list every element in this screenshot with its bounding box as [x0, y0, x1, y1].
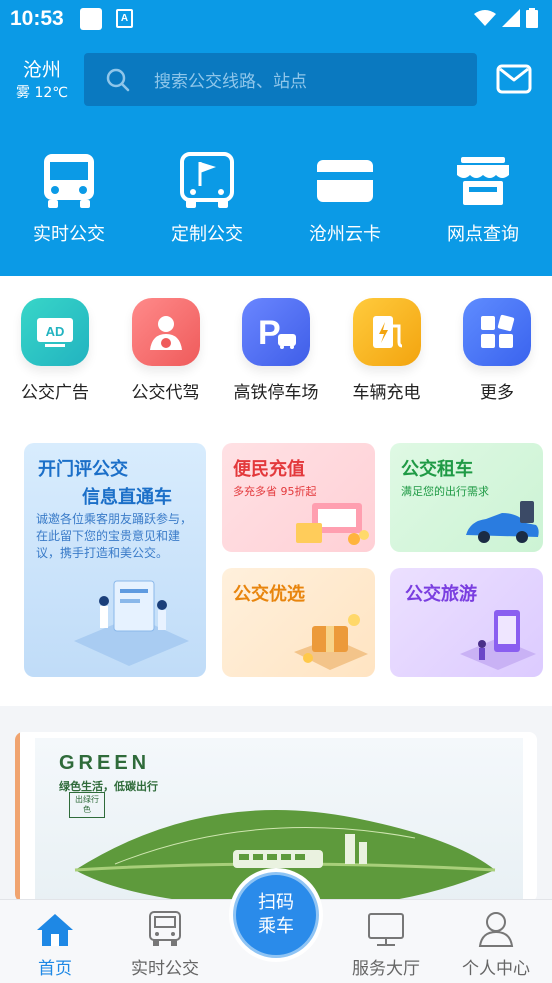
car-illustration	[466, 501, 539, 543]
scan-line2: 乘车	[258, 916, 294, 937]
nav-outlet-query-label: 网点查询	[447, 224, 519, 245]
bus-icon	[44, 154, 94, 208]
nav-outlet-query[interactable]: 网点查询	[414, 150, 552, 246]
bus-flag-icon	[180, 152, 234, 208]
recharge-illustration	[296, 503, 369, 545]
monitor-icon	[368, 913, 404, 946]
tab-home-label: 首页	[38, 959, 72, 979]
home-icon	[37, 914, 73, 946]
service-driver-label: 公交代驾	[131, 383, 200, 403]
nav-cloud-card-label: 沧州云卡	[309, 224, 381, 245]
scan-ride-button[interactable]: 扫码 乘车	[229, 868, 323, 962]
card-bus-travel[interactable]: 公交旅游	[390, 568, 543, 677]
card-recharge-title: 便民充值	[233, 459, 305, 480]
service-ev-charging-label: 车辆充电	[352, 383, 421, 403]
driver-icon	[131, 298, 200, 366]
main-nav: 实时公交 定制公交 沧州云卡 网点查询	[0, 150, 552, 246]
banner-headline: GREEN	[59, 752, 151, 774]
card-review-title1: 开门评公交	[38, 459, 128, 480]
service-driver[interactable]: 公交代驾	[111, 298, 221, 403]
tab-home[interactable]: 首页	[0, 900, 110, 979]
search-icon	[106, 68, 130, 91]
ad-icon: AD	[21, 298, 89, 366]
card-select-title: 公交优选	[233, 584, 305, 605]
app-notification-icon: A	[116, 9, 133, 28]
bus-outline-icon	[149, 911, 181, 946]
review-illustration	[74, 580, 189, 666]
service-railway-parking-label: 高铁停车场	[233, 383, 319, 403]
card-travel-title: 公交旅游	[405, 584, 477, 605]
card-rental-subtitle: 满足您的出行需求	[401, 485, 489, 498]
tab-realtime[interactable]: 实时公交	[110, 900, 220, 979]
card-review-title2: 信息直通车	[82, 487, 172, 508]
city-name: 沧州	[22, 59, 61, 81]
nav-custom-bus[interactable]: 定制公交	[138, 150, 276, 246]
svg-text:AD: AD	[46, 324, 65, 339]
more-icon	[463, 298, 531, 366]
service-bus-ads[interactable]: AD 公交广告	[0, 298, 110, 403]
service-grid: AD 公交广告 公交代驾 P 高铁停车场 车辆充电 更多	[0, 298, 552, 403]
service-ev-charging[interactable]: 车辆充电	[332, 298, 442, 403]
service-railway-parking[interactable]: P 高铁停车场	[221, 298, 331, 403]
store-icon	[457, 157, 509, 205]
battery-icon	[526, 8, 538, 28]
tab-service-hall-label: 服务大厅	[352, 959, 420, 979]
search-bar[interactable]: 搜索公交线路、站点	[84, 53, 477, 106]
tab-realtime-label: 实时公交	[131, 959, 199, 979]
travel-illustration	[460, 610, 536, 670]
banner-edge	[15, 732, 20, 902]
card-recharge[interactable]: 便民充值 多充多省 95折起	[222, 443, 375, 552]
status-time: 10:53	[10, 7, 64, 30]
nav-realtime-bus-label: 实时公交	[33, 224, 105, 245]
status-bar: 10:53 A	[0, 0, 552, 38]
search-placeholder: 搜索公交线路、站点	[154, 72, 307, 92]
nav-custom-bus-label: 定制公交	[171, 224, 243, 245]
service-more[interactable]: 更多	[442, 298, 552, 403]
tab-profile[interactable]: 个人中心	[441, 900, 551, 979]
city-selector[interactable]: 沧州 雾 12℃	[14, 58, 70, 102]
card-bus-select[interactable]: 公交优选	[222, 568, 375, 677]
signal-icon	[502, 9, 520, 27]
parking-icon: P	[242, 298, 310, 366]
wifi-icon	[474, 10, 496, 26]
nav-cloud-card[interactable]: 沧州云卡	[276, 150, 414, 246]
mail-icon[interactable]	[496, 64, 532, 94]
card-rental-title: 公交租车	[401, 459, 473, 480]
scan-line1: 扫码	[258, 892, 294, 913]
charging-icon	[352, 298, 421, 366]
svg-text:P: P	[258, 314, 281, 352]
tab-service-hall[interactable]: 服务大厅	[331, 900, 441, 979]
tab-profile-label: 个人中心	[462, 959, 530, 979]
gift-illustration	[294, 614, 368, 670]
user-icon	[478, 912, 514, 947]
card-review-bus[interactable]: 开门评公交 信息直通车 诚邀各位乘客朋友踊跃参与，在此留下您的宝贵意见和建议，携…	[24, 443, 206, 677]
card-review-body: 诚邀各位乘客朋友踊跃参与，在此留下您的宝贵意见和建议，携手打造和美公交。	[36, 512, 193, 560]
nav-realtime-bus[interactable]: 实时公交	[0, 150, 138, 246]
weather-text: 雾 12℃	[16, 85, 68, 101]
service-more-label: 更多	[480, 383, 514, 403]
service-bus-ads-label: 公交广告	[21, 383, 89, 403]
card-rental[interactable]: 公交租车 满足您的出行需求	[390, 443, 543, 552]
notification-square-icon	[80, 8, 102, 30]
card-icon	[317, 160, 373, 202]
